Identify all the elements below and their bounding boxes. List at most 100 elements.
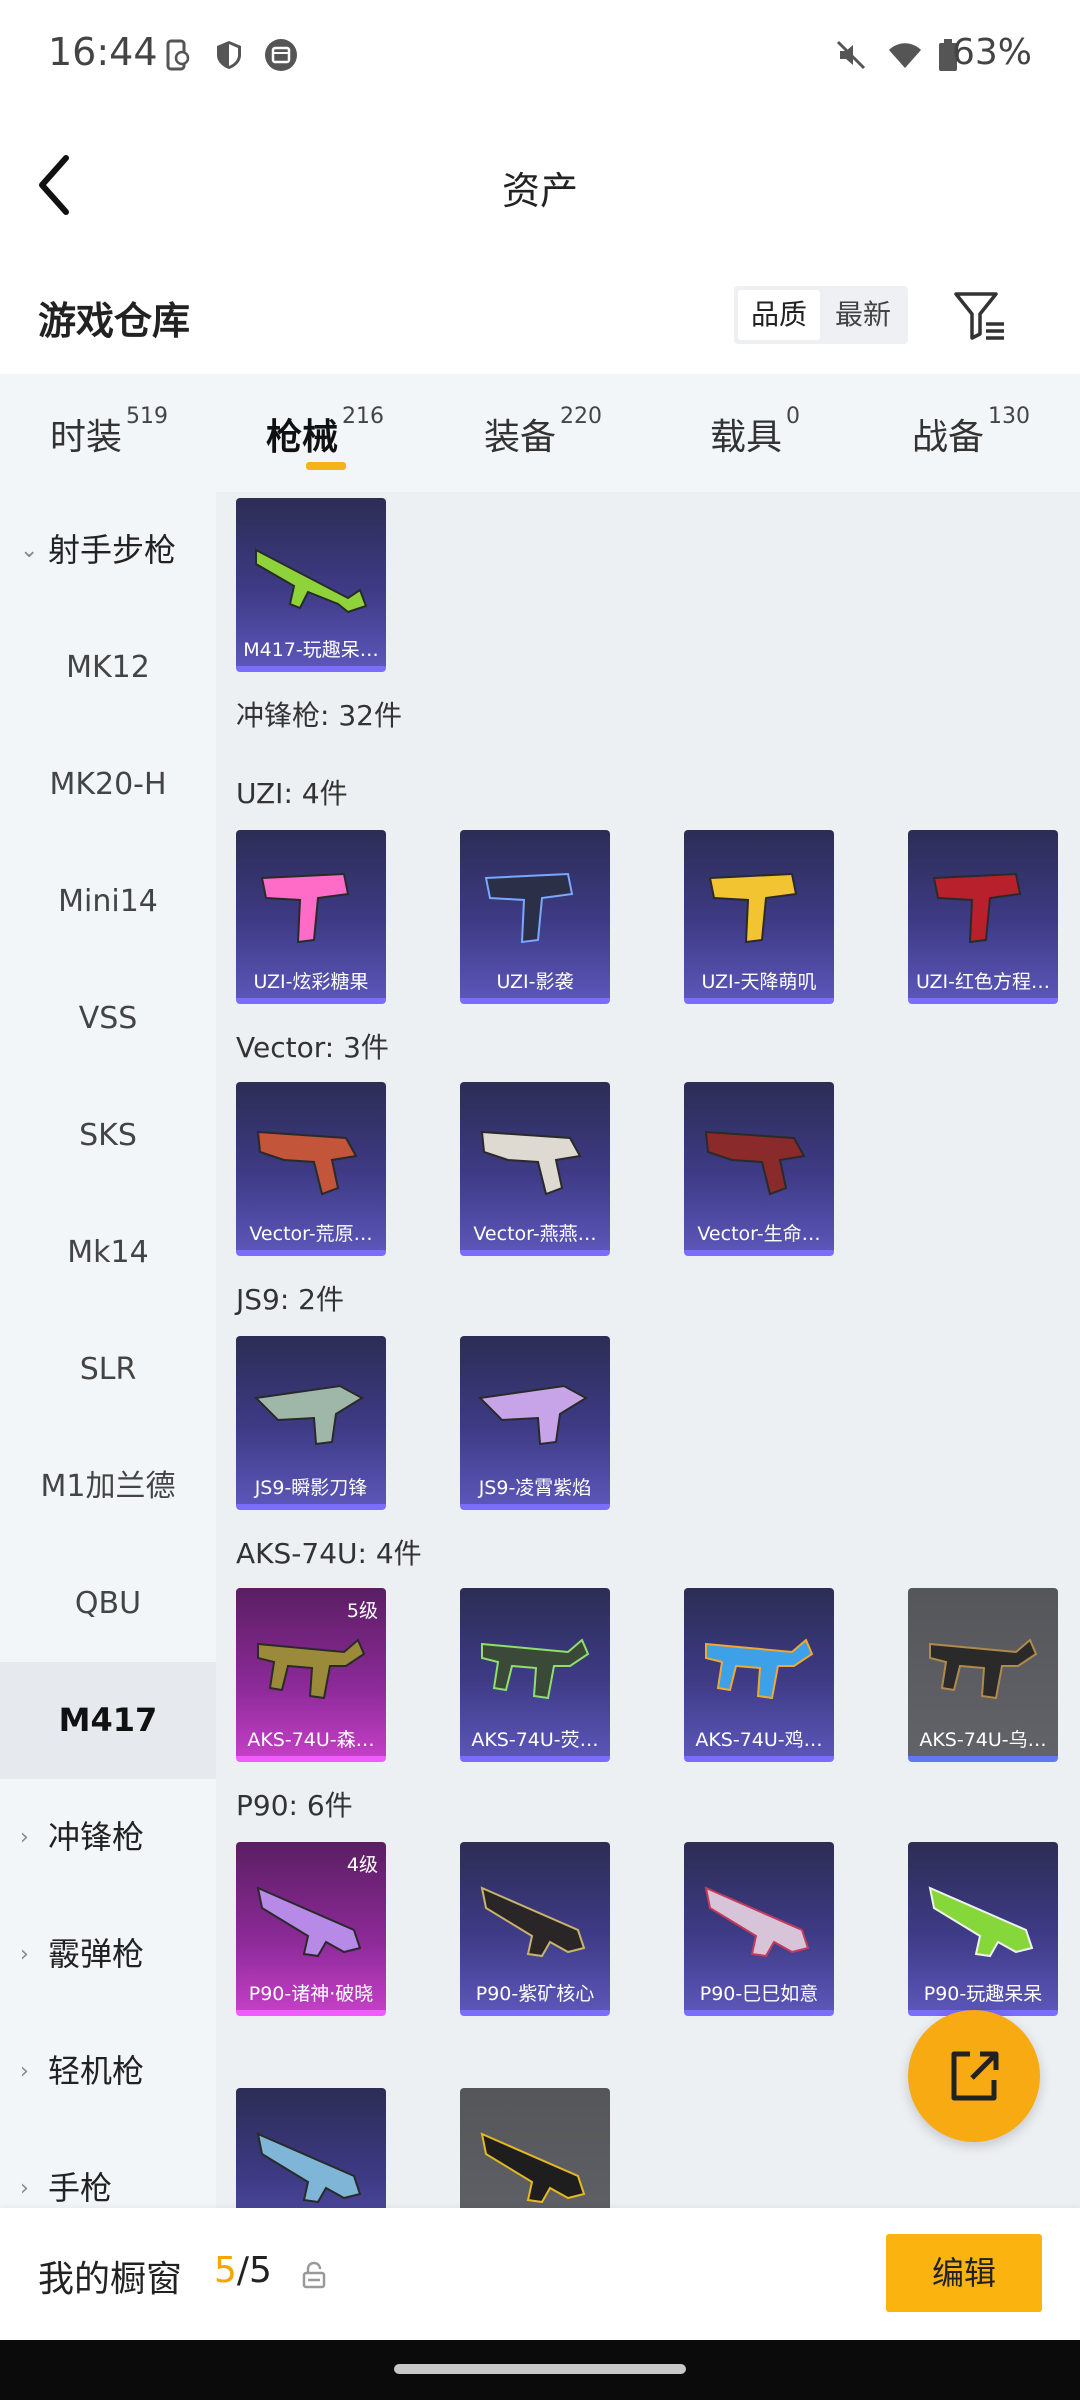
weapon-card[interactable]: Vector-荒原…	[236, 1082, 386, 1256]
sidebar-group-label: 冲锋枪	[48, 1818, 145, 1856]
sidebar-item-mk14[interactable]: Mk14	[0, 1194, 216, 1311]
weapon-card[interactable]: UZI-天降萌叽	[684, 830, 834, 1004]
tab-battle-gear[interactable]: 战备130	[912, 404, 1030, 468]
showcase-count: 5/5	[214, 2250, 272, 2291]
status-bar: 16:44 63%	[0, 0, 1080, 110]
sort-quality-button[interactable]: 品质	[738, 290, 820, 340]
share-button[interactable]	[908, 2010, 1040, 2142]
active-tab-indicator	[306, 462, 346, 470]
smg-icon	[708, 872, 798, 944]
sidebar-item-sks[interactable]: SKS	[0, 1077, 216, 1194]
weapon-card-name: AKS-74U-鸡…	[695, 1729, 823, 1751]
weapon-card[interactable]: 4级 P90-诸神·破晓	[236, 1842, 386, 2016]
sidebar-item-m417[interactable]: M417	[0, 1662, 216, 1779]
weapon-card-name: P90-玩趣呆呆	[923, 1983, 1043, 2005]
weapon-card[interactable]: AKS-74U-荧…	[460, 1588, 610, 1762]
tab-firearms[interactable]: 枪械216	[266, 404, 384, 468]
chevron-right-icon: ›	[20, 1825, 29, 1850]
weapon-card[interactable]: UZI-影袭	[460, 830, 610, 1004]
weapon-card[interactable]: M417-玩趣呆…	[236, 498, 386, 672]
weapon-card-name: UZI-天降萌叽	[701, 971, 817, 993]
tab-equipment[interactable]: 装备220	[484, 404, 602, 468]
smg-icon	[480, 1886, 586, 1958]
weapon-card[interactable]: JS9-凌霄紫焰	[460, 1336, 610, 1510]
weapon-card[interactable]: Vector-燕燕…	[460, 1082, 610, 1256]
tab-label: 载具	[710, 417, 783, 458]
sidebar-group-label: 射手步枪	[48, 531, 177, 569]
weapon-card[interactable]: P90-紫矿核心	[460, 1842, 610, 2016]
aks74u-group-label: AKS-74U: 4件	[236, 1537, 422, 1570]
tab-count: 0	[786, 404, 801, 429]
weapon-card-name: UZI-红色方程…	[915, 971, 1051, 993]
sidebar-item-vss[interactable]: VSS	[0, 960, 216, 1077]
battery-percentage: 63%	[951, 32, 1032, 73]
weapon-type-sidebar: ⌄ 射手步枪 MK12 MK20-H Mini14 VSS SKS Mk14 S…	[0, 492, 216, 2208]
tab-label: 战备	[912, 417, 985, 458]
section-title: 游戏仓库	[38, 299, 191, 343]
sidebar-item-m1-garand[interactable]: M1加兰德	[0, 1428, 216, 1545]
sidebar-group-marksman-rifle[interactable]: ⌄ 射手步枪	[0, 492, 216, 609]
smg-total-label: 冲锋枪: 32件	[236, 699, 402, 732]
smg-icon	[480, 2132, 586, 2204]
uzi-group-label: UZI: 4件	[236, 777, 348, 810]
smg-icon	[704, 1130, 806, 1196]
edit-button[interactable]: 编辑	[886, 2234, 1042, 2312]
tab-fashion[interactable]: 时装519	[50, 404, 168, 468]
sidebar-item-slr[interactable]: SLR	[0, 1311, 216, 1428]
weapon-card-name: P90-诸神·破晓	[248, 1983, 374, 2005]
smg-icon	[484, 872, 574, 944]
smg-icon	[253, 1384, 364, 1446]
weapon-card[interactable]: Vector-生命…	[684, 1082, 834, 1256]
js9-group-label: JS9: 2件	[236, 1283, 344, 1316]
weapon-card-name: AKS-74U-荧…	[471, 1729, 599, 1751]
weapon-grid: M417-玩趣呆… 冲锋枪: 32件 UZI: 4件 UZI-炫彩糖果 UZI-…	[216, 492, 1080, 2208]
weapon-card[interactable]: JS9-瞬影刀锋	[236, 1336, 386, 1510]
sidebar-item-mk20h[interactable]: MK20-H	[0, 726, 216, 843]
smg-icon	[256, 1886, 362, 1958]
weapon-card-name: JS9-瞬影刀锋	[254, 1477, 368, 1499]
sidebar-item-mk12[interactable]: MK12	[0, 609, 216, 726]
sidebar-item-mini14[interactable]: Mini14	[0, 843, 216, 960]
sidebar-group-smg[interactable]: › 冲锋枪	[0, 1779, 216, 1896]
sidebar-group-label: 手枪	[48, 2169, 113, 2207]
chevron-right-icon: ›	[20, 1942, 29, 1967]
sort-newest-button[interactable]: 最新	[822, 290, 904, 340]
tab-vehicles[interactable]: 载具0	[710, 404, 800, 468]
weapon-card-name: M417-玩趣呆…	[243, 639, 379, 661]
weapon-card[interactable]: P90-巳巳如意	[684, 1842, 834, 2016]
weapon-card[interactable]: AKS-74U-乌…	[908, 1588, 1058, 1762]
weapon-card[interactable]: UZI-红色方程…	[908, 830, 1058, 1004]
weapon-card[interactable]	[460, 2088, 610, 2208]
weapon-card[interactable]: UZI-炫彩糖果	[236, 830, 386, 1004]
weapon-card[interactable]: 5级 AKS-74U-森…	[236, 1588, 386, 1762]
smg-icon	[928, 1886, 1034, 1958]
weapon-card-name: Vector-荒原…	[249, 1223, 373, 1245]
weapon-card[interactable]	[236, 2088, 386, 2208]
share-external-icon	[951, 2051, 999, 2101]
weapon-card[interactable]: P90-玩趣呆呆	[908, 1842, 1058, 2016]
rifle-icon	[929, 1638, 1038, 1700]
filter-icon[interactable]	[950, 286, 1010, 346]
smg-icon	[256, 1130, 358, 1196]
rifle-icon	[481, 1638, 590, 1700]
weapon-card-name: Vector-燕燕…	[473, 1223, 597, 1245]
tab-count: 216	[342, 404, 385, 429]
chevron-down-icon: ⌄	[20, 538, 39, 563]
weapon-card-name: P90-紫矿核心	[475, 1983, 595, 2005]
shield-icon	[217, 41, 241, 69]
tab-label: 装备	[484, 417, 557, 458]
sidebar-group-shotgun[interactable]: › 霰弹枪	[0, 1896, 216, 2013]
weapon-card[interactable]: AKS-74U-鸡…	[684, 1588, 834, 1762]
rifle-icon	[255, 548, 368, 614]
smg-icon	[256, 2132, 362, 2204]
smg-icon	[704, 1886, 810, 1958]
sidebar-group-lmg[interactable]: › 轻机枪	[0, 2013, 216, 2130]
status-time: 16:44	[48, 30, 158, 74]
sidebar-item-qbu[interactable]: QBU	[0, 1545, 216, 1662]
home-gesture-handle[interactable]	[394, 2364, 686, 2374]
tab-label: 时装	[50, 417, 123, 458]
page-title: 资产	[501, 169, 578, 213]
tab-count: 130	[988, 404, 1031, 429]
calendar-icon	[265, 39, 297, 71]
showcase-label: 我的橱窗	[38, 2259, 183, 2300]
